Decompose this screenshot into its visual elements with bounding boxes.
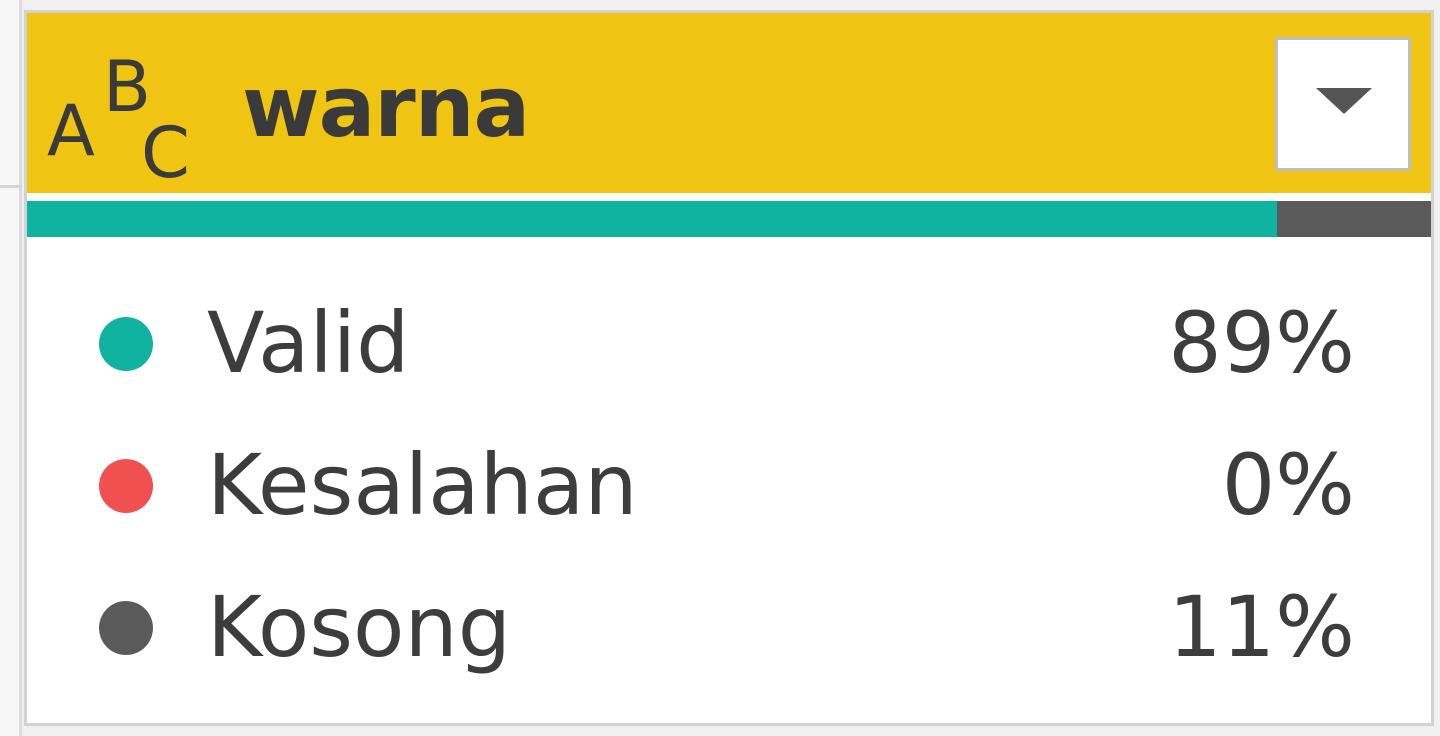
divider — [0, 185, 22, 188]
stat-value-error: 0% — [1221, 436, 1355, 534]
column-quality-panel: A B C warna Valid 89% Kesalahan 0% Koson… — [0, 0, 1440, 736]
stat-row-empty: Kosong 11% — [27, 567, 1431, 709]
abc-text-type-icon[interactable]: A B C — [45, 43, 195, 183]
column-quality-stats: Valid 89% Kesalahan 0% Kosong 11% — [27, 283, 1431, 709]
stat-label-error: Kesalahan — [207, 436, 638, 534]
chevron-down-icon — [1316, 88, 1372, 114]
column-name: warna — [242, 58, 530, 156]
column-filter-dropdown-button[interactable] — [1275, 37, 1411, 171]
column-quality-bar — [27, 201, 1431, 237]
quality-bar-valid-segment — [27, 201, 1277, 237]
stat-row-error: Kesalahan 0% — [27, 425, 1431, 567]
svg-text:C: C — [141, 112, 190, 183]
error-dot-icon — [99, 459, 153, 513]
empty-dot-icon — [99, 601, 153, 655]
stat-value-valid: 89% — [1168, 294, 1355, 392]
svg-text:A: A — [47, 90, 95, 172]
stat-label-empty: Kosong — [207, 578, 512, 676]
stat-label-valid: Valid — [207, 294, 410, 392]
stat-value-empty: 11% — [1168, 578, 1355, 676]
valid-dot-icon — [99, 317, 153, 371]
column-header[interactable]: A B C warna — [27, 13, 1431, 193]
stat-row-valid: Valid 89% — [27, 283, 1431, 425]
column-card: A B C warna Valid 89% Kesalahan 0% Koson… — [24, 10, 1434, 726]
previous-column-edge — [0, 0, 22, 736]
